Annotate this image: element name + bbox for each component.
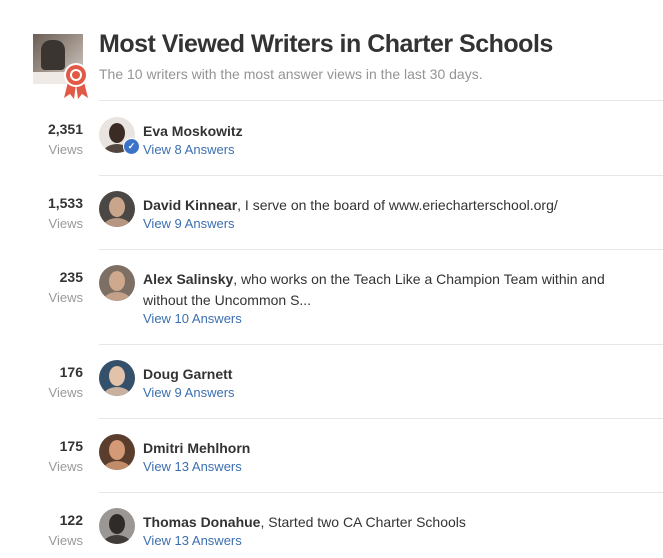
view-count-label: Views (48, 385, 83, 400)
view-answers-link[interactable]: View 9 Answers (143, 385, 235, 400)
view-answers-link[interactable]: View 13 Answers (143, 459, 242, 474)
writer-tagline: , I serve on the board of www.eriecharte… (237, 197, 558, 213)
writer-info: Thomas Donahue, Started two CA Charter S… (143, 512, 648, 533)
verified-check-icon: ✓ (123, 138, 140, 155)
row-divider (99, 344, 663, 345)
view-count: 122 (59, 512, 83, 528)
writer-info: Doug Garnett (143, 364, 648, 385)
award-ribbon-icon (64, 63, 88, 99)
writer-name-link[interactable]: Eva Moskowitz (143, 123, 243, 139)
row-divider (99, 249, 663, 250)
writer-info: David Kinnear, I serve on the board of w… (143, 195, 648, 216)
writer-tagline: , Started two CA Charter Schools (260, 514, 466, 530)
writer-name-link[interactable]: Alex Salinsky (143, 271, 233, 287)
page-title: Most Viewed Writers in Charter Schools (99, 30, 553, 58)
view-count-label: Views (48, 290, 83, 305)
avatar[interactable] (99, 508, 135, 544)
view-answers-link[interactable]: View 9 Answers (143, 216, 235, 231)
writer-info: Eva Moskowitz (143, 121, 648, 142)
view-count-label: Views (48, 459, 83, 474)
row-divider (99, 492, 663, 493)
row-divider (99, 175, 663, 176)
page-subtitle: The 10 writers with the most answer view… (99, 66, 483, 82)
avatar[interactable] (99, 265, 135, 301)
writer-name-link[interactable]: Dmitri Mehlhorn (143, 440, 250, 456)
view-count: 176 (59, 364, 83, 380)
header-divider (99, 100, 663, 101)
view-count: 235 (59, 269, 83, 285)
writer-info: Alex Salinsky, who works on the Teach Li… (143, 269, 648, 311)
writer-name-link[interactable]: Thomas Donahue (143, 514, 260, 530)
writer-name-link[interactable]: David Kinnear (143, 197, 237, 213)
view-count: 175 (59, 438, 83, 454)
view-count-label: Views (48, 216, 83, 231)
view-answers-link[interactable]: View 13 Answers (143, 533, 242, 548)
view-count-label: Views (48, 533, 83, 548)
view-count-label: Views (48, 142, 83, 157)
view-count: 2,351 (47, 121, 83, 137)
avatar[interactable] (99, 191, 135, 227)
page-header: Most Viewed Writers in Charter Schools T… (0, 0, 663, 101)
view-count: 1,533 (47, 195, 83, 211)
writer-info: Dmitri Mehlhorn (143, 438, 648, 459)
row-divider (99, 418, 663, 419)
writer-name-link[interactable]: Doug Garnett (143, 366, 232, 382)
view-answers-link[interactable]: View 8 Answers (143, 142, 235, 157)
view-answers-link[interactable]: View 10 Answers (143, 311, 242, 326)
avatar[interactable] (99, 434, 135, 470)
avatar[interactable] (99, 360, 135, 396)
